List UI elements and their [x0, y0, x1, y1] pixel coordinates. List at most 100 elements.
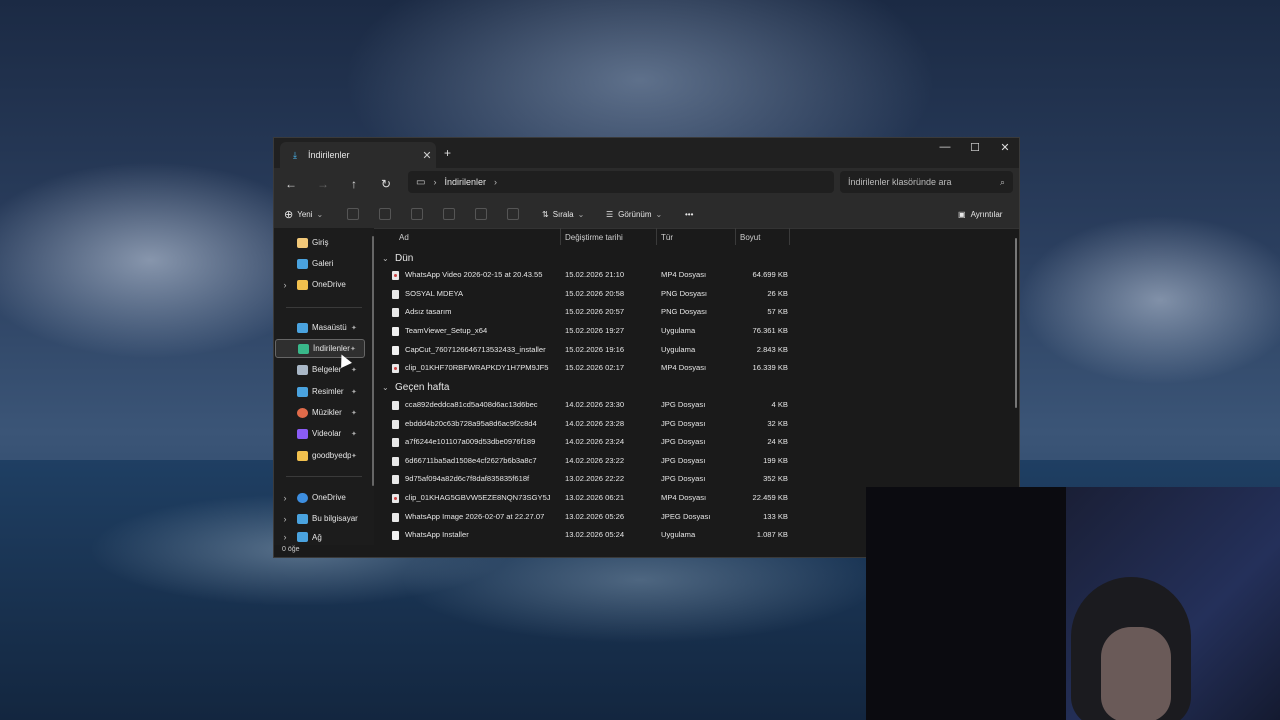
sidebar-item-downloads[interactable]: İndirilenler ✦	[275, 339, 365, 358]
rename-icon[interactable]	[443, 208, 455, 220]
sort-button[interactable]: ⇅ Sırala ⌄	[542, 206, 584, 222]
column-header-name[interactable]: Ad	[399, 231, 409, 245]
pin-icon: ✦	[350, 345, 356, 353]
new-button[interactable]: ⊕ Yeni ⌄	[284, 206, 323, 222]
column-separator[interactable]	[656, 228, 657, 245]
table-row[interactable]: cca892deddca81cd5a408d6ac13d6bec 14.02.2…	[388, 397, 788, 414]
share-icon[interactable]	[475, 208, 487, 220]
sidebar-item-goodbyedpi[interactable]: goodbyedpi- ✦	[275, 446, 365, 465]
breadcrumb-downloads[interactable]: İndirilenler	[444, 177, 486, 187]
tab-close-icon[interactable]: ✕	[418, 149, 436, 162]
table-row[interactable]: WhatsApp Installer 13.02.2026 05:24 Uygu…	[388, 527, 788, 544]
up-arrow-icon[interactable]: ↑	[345, 175, 363, 193]
breadcrumb-chevron-icon[interactable]: ›	[494, 177, 497, 187]
computer-icon	[297, 513, 308, 524]
file-date: 15.02.2026 02:17	[565, 363, 625, 372]
pictures-icon	[297, 386, 308, 397]
file-name: TeamViewer_Setup_x64	[405, 326, 488, 335]
group-label: Dün	[395, 252, 414, 264]
sidebar-item-network[interactable]: › Ağ	[275, 530, 365, 544]
column-separator[interactable]	[735, 228, 736, 245]
table-row[interactable]: a7f6244e101107a009d53dbe0976f189 14.02.2…	[388, 434, 788, 451]
table-row[interactable]: SOSYAL MDEYA 15.02.2026 20:58 PNG Dosyas…	[388, 286, 788, 303]
file-list-scrollbar[interactable]	[1015, 238, 1017, 408]
delete-icon[interactable]	[507, 208, 519, 220]
file-size: 16.339 KB	[752, 363, 788, 372]
application-file-icon	[392, 531, 399, 540]
table-row[interactable]: TeamViewer_Setup_x64 15.02.2026 19:27 Uy…	[388, 323, 788, 340]
view-button[interactable]: ☰ Görünüm ⌄	[606, 206, 662, 222]
table-row[interactable]: 9d75af094a82d6c7f8daf835835f618f 13.02.2…	[388, 471, 788, 488]
sort-icon: ⇅	[542, 209, 549, 219]
table-row[interactable]: WhatsApp Image 2026-02-07 at 22.27.07 13…	[388, 509, 788, 526]
column-header-date[interactable]: Değiştirme tarihi	[565, 231, 623, 245]
group-header-yesterday[interactable]: ⌄ Dün	[382, 250, 413, 266]
video-file-icon	[392, 271, 399, 280]
column-header-size[interactable]: Boyut	[740, 231, 760, 245]
new-tab-button[interactable]: +	[444, 146, 451, 160]
table-row[interactable]: ebddd4b20c63b728a95a8d6ac9f2c8d4 14.02.2…	[388, 416, 788, 433]
column-header-type[interactable]: Tür	[661, 231, 673, 245]
close-button[interactable]: ✕	[991, 141, 1019, 159]
sidebar-item-gallery[interactable]: Galeri	[275, 254, 365, 273]
more-options-button[interactable]: •••	[685, 206, 693, 222]
file-size: 26 KB	[767, 289, 788, 298]
breadcrumb[interactable]: ▭ › İndirilenler ›	[408, 171, 834, 193]
file-name: a7f6244e101107a009d53dbe0976f189	[405, 437, 536, 446]
sidebar-item-music[interactable]: Müzikler ✦	[275, 403, 365, 422]
sidebar-item-desktop[interactable]: Masaüstü ✦	[275, 318, 365, 337]
forward-arrow-icon[interactable]: →	[314, 175, 332, 193]
table-row[interactable]: 6d66711ba5ad1508e4cf2627b6b3a8c7 14.02.2…	[388, 453, 788, 470]
minimize-button[interactable]: —	[931, 141, 959, 159]
file-type: JPG Dosyası	[661, 474, 706, 483]
sidebar-item-videos[interactable]: Videolar ✦	[275, 424, 365, 443]
file-date: 14.02.2026 23:24	[565, 437, 625, 446]
chevron-right-icon[interactable]: ›	[279, 493, 291, 503]
sidebar-item-onedrive-personal[interactable]: › OneDrive	[275, 275, 365, 294]
details-button[interactable]: ▣ Ayrıntılar	[958, 206, 1002, 222]
sidebar-item-onedrive[interactable]: › OneDrive	[275, 488, 365, 507]
search-input[interactable]: İndirilenler klasöründe ara ⌕	[840, 171, 1013, 193]
column-separator[interactable]	[560, 228, 561, 245]
chevron-right-icon[interactable]: ›	[279, 514, 291, 524]
table-row[interactable]: WhatsApp Video 2026-02-15 at 20.43.55 15…	[388, 267, 788, 284]
group-header-last-week[interactable]: ⌄ Geçen hafta	[382, 379, 449, 395]
table-row[interactable]: clip_01KHAG5GBVW5EZE8NQN73SGY5J 13.02.20…	[388, 490, 788, 507]
paste-icon[interactable]	[411, 208, 423, 220]
maximize-button[interactable]: ☐	[961, 141, 989, 159]
sidebar-item-pictures[interactable]: Resimler ✦	[275, 382, 365, 401]
file-type: MP4 Dosyası	[661, 270, 707, 279]
sidebar-item-home[interactable]: Giriş	[275, 233, 365, 252]
cut-icon[interactable]	[347, 208, 359, 220]
chevron-right-icon[interactable]: ›	[279, 280, 291, 290]
sidebar-divider	[286, 307, 362, 308]
video-file-icon	[392, 364, 399, 373]
table-row[interactable]: clip_01KHF70RBFWRAPKDY1H7PM9JF5 15.02.20…	[388, 360, 788, 377]
file-date: 14.02.2026 23:28	[565, 419, 625, 428]
file-size: 76.361 KB	[752, 326, 788, 335]
file-date: 13.02.2026 22:22	[565, 474, 625, 483]
file-date: 14.02.2026 23:30	[565, 400, 625, 409]
file-type: JPEG Dosyası	[661, 512, 711, 521]
sidebar-scrollbar[interactable]	[372, 236, 374, 486]
file-name: clip_01KHAG5GBVW5EZE8NQN73SGY5J	[405, 493, 551, 502]
chevron-right-icon[interactable]: ›	[279, 532, 291, 542]
refresh-icon[interactable]: ↻	[377, 175, 395, 193]
file-size: 22.459 KB	[752, 493, 788, 502]
copy-icon[interactable]	[379, 208, 391, 220]
tab-bar: ⤓ İndirilenler ✕ + — ☐ ✕	[274, 138, 1019, 168]
sidebar-item-this-pc[interactable]: › Bu bilgisayar	[275, 509, 365, 528]
table-row[interactable]: Adsız tasarım 15.02.2026 20:57 PNG Dosya…	[388, 304, 788, 321]
pin-icon: ✦	[351, 366, 357, 374]
tab-downloads[interactable]: ⤓ İndirilenler ✕	[280, 142, 436, 168]
network-icon	[297, 532, 308, 542]
video-file-icon	[392, 494, 399, 503]
column-separator[interactable]	[789, 228, 790, 245]
cloud-icon	[297, 492, 308, 503]
view-icon: ☰	[606, 209, 614, 219]
file-name: clip_01KHF70RBFWRAPKDY1H7PM9JF5	[405, 363, 549, 372]
pin-icon: ✦	[351, 409, 357, 417]
webcam-person-face	[1101, 627, 1171, 720]
back-arrow-icon[interactable]: ←	[282, 175, 300, 193]
table-row[interactable]: CapCut_7607126646713532433_installer 15.…	[388, 342, 788, 359]
